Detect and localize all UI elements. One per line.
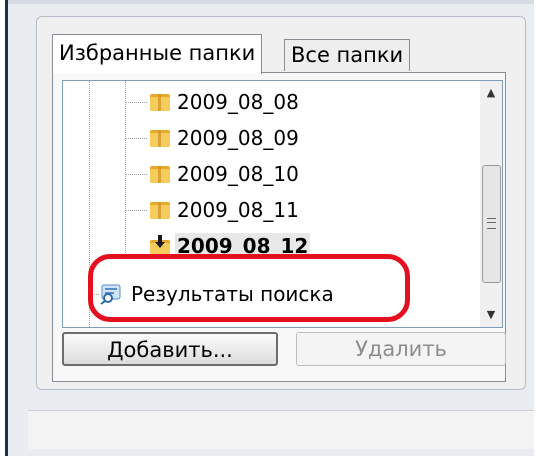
left-window-border: [0, 0, 8, 456]
folder-icon: [150, 166, 170, 183]
folder-icon: [150, 94, 170, 111]
add-button[interactable]: Добавить...: [62, 332, 278, 366]
tree-node-folder[interactable]: 2009_08_09: [63, 121, 463, 155]
top-strip: [8, 0, 534, 4]
grip-icon: [487, 218, 496, 229]
right-edge: [534, 0, 542, 456]
scroll-down-icon[interactable]: ▼: [481, 305, 501, 325]
tree-node-folder[interactable]: 2009_08_11: [63, 193, 463, 227]
folder-label: 2009_08_11: [177, 198, 299, 222]
scroll-up-icon[interactable]: ▲: [481, 83, 501, 103]
tree-node-folder[interactable]: 2009_08_08: [63, 85, 463, 119]
tab-all-folders[interactable]: Все папки: [284, 39, 411, 71]
tree-scrollbar[interactable]: ▲ ▼: [480, 80, 503, 328]
folder-label: 2009_08_08: [177, 90, 299, 114]
tree-node-folder[interactable]: 2009_08_10: [63, 157, 463, 191]
folder-icon: [150, 202, 170, 219]
scroll-thumb[interactable]: [482, 165, 501, 283]
status-bar: [28, 410, 534, 449]
folder-label: 2009_08_09: [177, 126, 299, 150]
folder-icon: [150, 130, 170, 147]
highlight-annotation: [88, 254, 410, 322]
folder-label: 2009_08_10: [177, 162, 299, 186]
tab-favorite-folders[interactable]: Избранные папки: [52, 34, 263, 74]
delete-button[interactable]: Удалить: [296, 332, 506, 366]
